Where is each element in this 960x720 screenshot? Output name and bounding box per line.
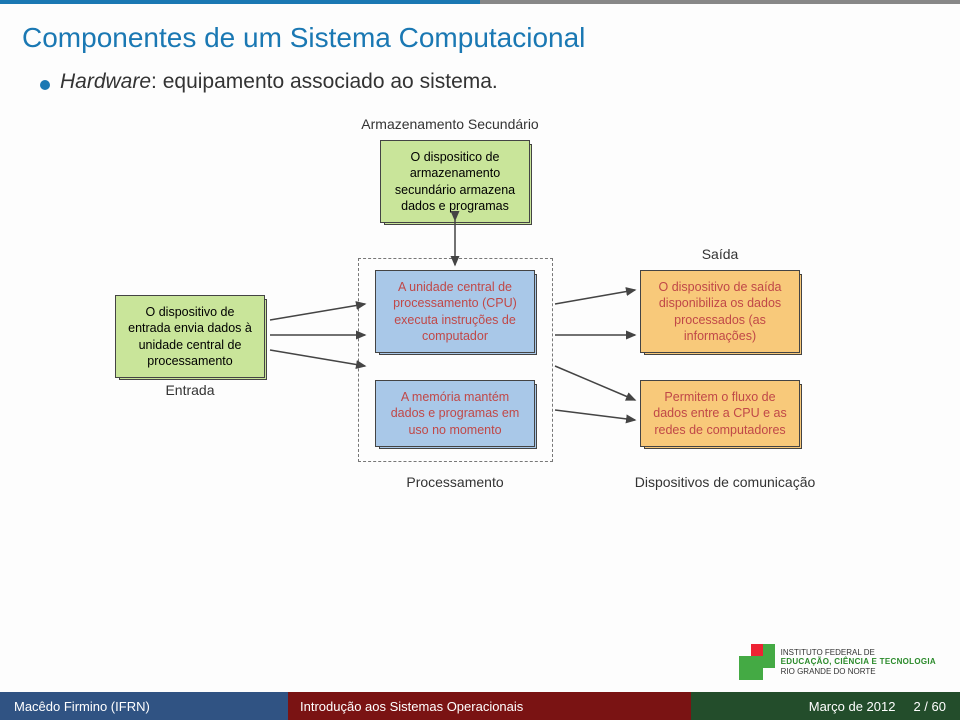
bullet-text: Hardware: equipamento associado ao siste… [60,70,498,94]
arrows-svg [0,110,960,580]
bullet-rest: : equipamento associado ao sistema. [151,70,498,93]
logo-mark-icon [739,644,775,680]
logo-line1: INSTITUTO FEDERAL DE [781,648,936,657]
footer-page: 2 / 60 [913,699,946,714]
footer-subject: Introdução aos Sistemas Operacionais [288,692,691,720]
footer-bar: Macêdo Firmino (IFRN) Introdução aos Sis… [0,692,960,720]
bullet-dot-icon [40,80,50,90]
institution-logo: INSTITUTO FEDERAL DE EDUCAÇÃO, CIÊNCIA E… [739,644,936,680]
logo-text: INSTITUTO FEDERAL DE EDUCAÇÃO, CIÊNCIA E… [781,648,936,676]
footer-date-page: Março de 2012 2 / 60 [691,692,960,720]
footer-date: Março de 2012 [809,699,896,714]
footer-author: Macêdo Firmino (IFRN) [0,692,288,720]
slide-title: Componentes de um Sistema Computacional [0,4,960,64]
bullet-hardware: Hardware: equipamento associado ao siste… [0,64,960,100]
logo-line2: EDUCAÇÃO, CIÊNCIA E TECNOLOGIA [781,657,936,666]
diagram-area: Armazenamento Secundário O dispositico d… [0,110,960,580]
bullet-emph: Hardware [60,70,151,93]
logo-line3: RIO GRANDE DO NORTE [781,667,936,676]
